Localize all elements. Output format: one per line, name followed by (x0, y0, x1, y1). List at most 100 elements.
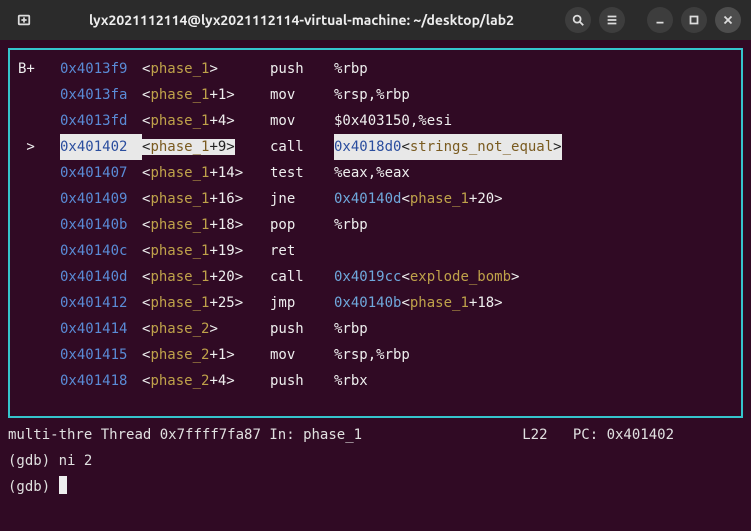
search-button[interactable] (565, 7, 591, 33)
mnemonic: call (270, 134, 334, 160)
gdb-current-line[interactable]: (gdb) (0, 474, 751, 500)
target-symbol: phase_1 (410, 290, 469, 316)
gutter (14, 290, 60, 316)
address: 0x401418 (60, 368, 142, 394)
mnemonic: pop (270, 212, 334, 238)
gutter (14, 316, 60, 342)
symbol-ref: <phase_1+14> (142, 160, 270, 186)
mnemonic: push (270, 56, 334, 82)
gutter (14, 238, 60, 264)
gdb-prev-line: (gdb) ni 2 (0, 448, 751, 474)
symbol-ref: <phase_1+20> (142, 264, 270, 290)
symbol-ref: <phase_1+25> (142, 290, 270, 316)
mnemonic: mov (270, 342, 334, 368)
symbol-ref: <phase_1+4> (142, 108, 270, 134)
status-line: multi-thre Thread 0x7ffff7fa87 In: phase… (0, 418, 751, 448)
gutter (14, 82, 60, 108)
disasm-row: 0x401407 <phase_1+14>test%eax,%eax (14, 160, 737, 186)
disasm-row: 0x4013fa <phase_1+1>mov%rsp,%rbp (14, 82, 737, 108)
disasm-row: 0x401415 <phase_2+1>mov%rsp,%rbp (14, 342, 737, 368)
symbol-ref: <phase_1+1> (142, 82, 270, 108)
disasm-row: >0x401402 <phase_1+9>call0x4018d0 <strin… (14, 134, 737, 160)
symbol-ref: <phase_1+9> (142, 134, 270, 160)
target-symbol: phase_1 (410, 186, 469, 212)
target-symbol: strings_not_equal (410, 134, 553, 160)
symbol-ref: <phase_1+18> (142, 212, 270, 238)
symbol-ref: <phase_2+1> (142, 342, 270, 368)
current-marker: > (14, 134, 60, 160)
address: 0x40140b (60, 212, 142, 238)
address: 0x401414 (60, 316, 142, 342)
gutter (14, 108, 60, 134)
address: 0x40140d (60, 264, 142, 290)
thread-id: 0x7ffff7fa87 (160, 427, 261, 443)
mnemonic: test (270, 160, 334, 186)
mnemonic: push (270, 316, 334, 342)
symbol-ref: <phase_1+19> (142, 238, 270, 264)
address: 0x401402 (60, 134, 142, 160)
gutter (14, 160, 60, 186)
gdb-prev-cmd: ni 2 (59, 453, 93, 469)
mnemonic: jmp (270, 290, 334, 316)
breakpoint-marker: B+ (14, 56, 60, 82)
operands: %rsp,%rbp (334, 82, 410, 108)
minimize-button[interactable] (647, 7, 673, 33)
window-title: lyx2021112114@lyx2021112114-virtual-mach… (46, 12, 557, 28)
mnemonic: ret (270, 238, 334, 264)
cursor (59, 476, 67, 494)
address: 0x4013fd (60, 108, 142, 134)
address: 0x4013fa (60, 82, 142, 108)
address: 0x401407 (60, 160, 142, 186)
address: 0x40140c (60, 238, 142, 264)
operands: $0x403150,%esi (334, 108, 452, 134)
disasm-row: 0x401418 <phase_2+4>push%rbx (14, 368, 737, 394)
target-address: 0x40140d (334, 186, 401, 212)
operands: %rbp (334, 56, 368, 82)
gutter (14, 342, 60, 368)
address: 0x401415 (60, 342, 142, 368)
pc-label: PC: (573, 427, 598, 443)
operands: %rbp (334, 212, 368, 238)
target-address: 0x4018d0 (334, 134, 401, 160)
in-label: In: (269, 427, 294, 443)
gutter (14, 186, 60, 212)
gutter (14, 264, 60, 290)
mnemonic: mov (270, 82, 334, 108)
disasm-row: 0x40140b <phase_1+18>pop%rbp (14, 212, 737, 238)
symbol-ref: <phase_2> (142, 316, 270, 342)
line-label: L22 (522, 427, 547, 443)
gutter (14, 368, 60, 394)
symbol-ref: <phase_1+16> (142, 186, 270, 212)
address: 0x401409 (60, 186, 142, 212)
address: 0x401412 (60, 290, 142, 316)
target-address: 0x4019cc (334, 264, 401, 290)
symbol-ref: <phase_2+4> (142, 368, 270, 394)
pc-value: 0x401402 (607, 427, 674, 443)
address: 0x4013f9 (60, 56, 142, 82)
hamburger-menu-button[interactable] (599, 7, 625, 33)
maximize-button[interactable] (681, 7, 707, 33)
target-address: 0x40140b (334, 290, 401, 316)
disasm-row: 0x401409 <phase_1+16>jne0x40140d <phase_… (14, 186, 737, 212)
gdb-prompt: (gdb) (8, 479, 59, 495)
target-symbol: explode_bomb (410, 264, 511, 290)
operands: %eax,%eax (334, 160, 410, 186)
symbol-ref: <phase_1> (142, 56, 270, 82)
status-spacer (362, 427, 522, 443)
gutter (14, 212, 60, 238)
close-button[interactable] (715, 7, 741, 33)
disasm-row: B+0x4013f9 <phase_1>push%rbp (14, 56, 737, 82)
mnemonic: mov (270, 108, 334, 134)
disasm-row: 0x401412 <phase_1+25>jmp0x40140b <phase_… (14, 290, 737, 316)
terminal[interactable]: B+0x4013f9 <phase_1>push%rbp0x4013fa <ph… (0, 40, 751, 531)
window-titlebar: lyx2021112114@lyx2021112114-virtual-mach… (0, 0, 751, 40)
gdb-prompt: (gdb) (8, 453, 59, 469)
status-func: phase_1 (303, 427, 362, 443)
operands: %rbp (334, 316, 368, 342)
mnemonic: push (270, 368, 334, 394)
thread-model: multi-thre (8, 427, 92, 443)
disassembly-panel: B+0x4013f9 <phase_1>push%rbp0x4013fa <ph… (8, 48, 743, 418)
disasm-row: 0x40140d <phase_1+20>call0x4019cc <explo… (14, 264, 737, 290)
disasm-row: 0x40140c <phase_1+19>ret (14, 238, 737, 264)
new-tab-button[interactable] (10, 6, 38, 34)
